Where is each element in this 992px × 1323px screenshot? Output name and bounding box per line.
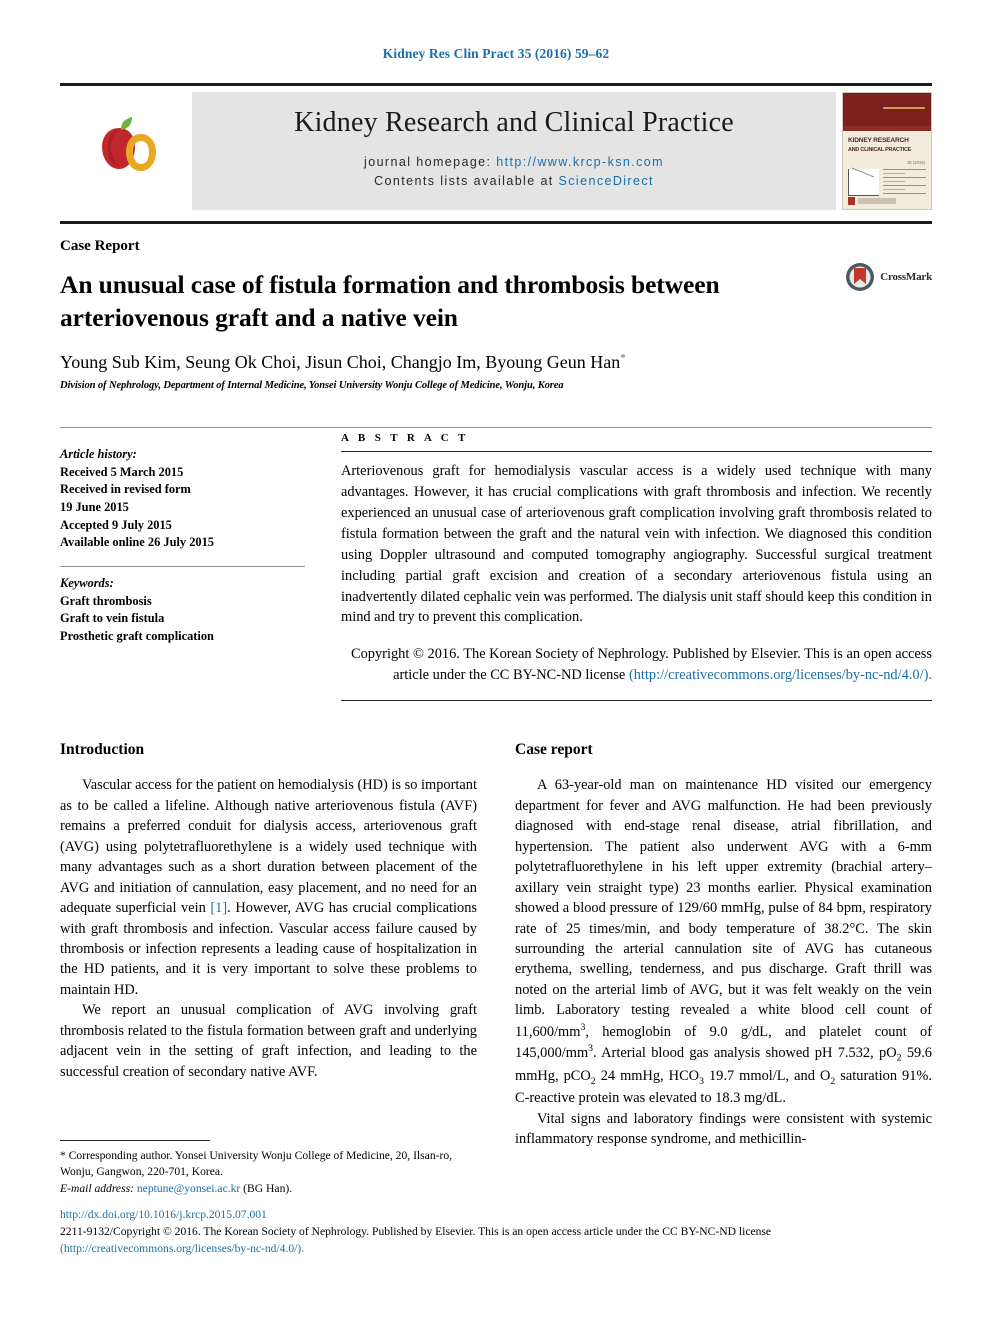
journal-homepage-line: journal homepage: http://www.krcp-ksn.co… (364, 153, 664, 172)
footnote-rule (60, 1140, 210, 1141)
cover-chart-thumb (848, 168, 879, 196)
case-paragraph-2: Vital signs and laboratory findings were… (515, 1110, 932, 1148)
crossmark-badge[interactable]: CrossMark (845, 262, 932, 292)
article-page: Kidney Res Clin Pract 35 (2016) 59–62 Ki… (0, 0, 992, 1323)
article-history-heading: Article history: (60, 447, 137, 462)
crossmark-icon (846, 263, 875, 291)
citation-ref-1[interactable]: [1] (210, 900, 227, 916)
case-p1-part-a: A 63-year-old man on maintenance HD visi… (515, 777, 932, 1040)
history-item: Received 5 March 2015 (60, 464, 184, 479)
author-affiliation: Division of Nephrology, Department of In… (60, 380, 564, 392)
abstract-rule (341, 451, 932, 453)
keywords-heading: Keywords: (60, 575, 114, 590)
cover-title-line2: AND CLINICAL PRACTICE (848, 146, 912, 153)
cover-issue: 35 (2016) (907, 159, 925, 165)
abstract-column: A B S T R A C T Arteriovenous graft for … (341, 428, 932, 702)
issn-copyright-line: 2211-9132/Copyright © 2016. The Korean S… (60, 1224, 772, 1238)
cover-image: KIDNEY RESEARCH AND CLINICAL PRACTICE 35… (842, 92, 932, 210)
abstract-band: Article history: Received 5 March 2015 R… (60, 427, 932, 702)
author-names: Young Sub Kim, Seung Ok Choi, Jisun Choi… (60, 352, 621, 373)
column-left: Introduction Vascular access for the pat… (60, 741, 477, 1149)
abstract-copyright: Copyright © 2016. The Korean Society of … (341, 644, 932, 686)
history-item: Accepted 9 July 2015 (60, 517, 172, 532)
license-link[interactable]: (http://creativecommons.org/licenses/by-… (629, 667, 932, 683)
sciencedirect-link[interactable]: ScienceDirect (559, 174, 654, 188)
article-title: An unusual case of fistula formation and… (60, 270, 720, 332)
journal-masthead: Kidney Research and Clinical Practice jo… (60, 83, 932, 210)
column-right: Case report A 63-year-old man on mainten… (515, 741, 932, 1149)
journal-title: Kidney Research and Clinical Practice (294, 107, 734, 139)
kidney-logo-icon (102, 117, 156, 171)
page-footer: http://dx.doi.org/10.1016/j.krcp.2015.07… (60, 1207, 932, 1257)
corresponding-author-marker: * (620, 352, 626, 365)
history-item: 19 June 2015 (60, 500, 129, 515)
intro-p1-part-a: Vascular access for the patient on hemod… (60, 777, 477, 917)
section-heading-case-report: Case report (515, 741, 593, 759)
doi-link[interactable]: http://dx.doi.org/10.1016/j.krcp.2015.07… (60, 1207, 932, 1224)
masthead-center: Kidney Research and Clinical Practice jo… (192, 92, 836, 210)
email-suffix: (BG Han). (240, 1181, 293, 1195)
history-item: Received in revised form (60, 482, 191, 497)
author-list: Young Sub Kim, Seung Ok Choi, Jisun Choi… (60, 352, 932, 373)
keyword-item: Graft to vein fistula (60, 611, 165, 626)
crossmark-label: CrossMark (880, 271, 932, 283)
footer-license-link[interactable]: (http://creativecommons.org/licenses/by-… (60, 1241, 932, 1258)
article-type-kicker: Case Report (60, 238, 140, 254)
cover-title: KIDNEY RESEARCH AND CLINICAL PRACTICE (843, 131, 931, 155)
cover-body (843, 165, 931, 197)
cover-top-band (843, 93, 931, 126)
cover-toc-lines (883, 168, 926, 197)
journal-logo (60, 92, 192, 210)
article-meta-column: Article history: Received 5 March 2015 R… (60, 428, 305, 701)
body-columns: Introduction Vascular access for the pat… (60, 741, 932, 1149)
case-p1-part-f: 19.7 mmol/L, and O (703, 1067, 831, 1084)
intro-paragraph-2: We report an unusual complication of AVG… (60, 1002, 477, 1080)
meta-divider (60, 565, 305, 567)
corresponding-author-footnote: * Corresponding author. Yonsei Universit… (60, 1140, 477, 1197)
history-item: Available online 26 July 2015 (60, 535, 214, 550)
email-link[interactable]: neptune@yonsei.ac.kr (137, 1182, 240, 1195)
email-label: E-mail address: (60, 1181, 134, 1195)
article-head-rule (60, 221, 932, 224)
keyword-item: Prosthetic graft complication (60, 628, 214, 643)
article-history-block: Article history: Received 5 March 2015 R… (60, 446, 305, 552)
cover-publisher-mark (848, 197, 896, 205)
homepage-label: journal homepage: (364, 155, 492, 170)
intro-paragraph-1: Vascular access for the patient on hemod… (60, 775, 477, 1000)
keyword-item: Graft thrombosis (60, 593, 152, 608)
cover-title-line1: KIDNEY RESEARCH (848, 137, 909, 144)
section-heading-introduction: Introduction (60, 741, 145, 759)
keywords-block: Keywords: Graft thrombosis Graft to vein… (60, 575, 305, 645)
footnote-text: * Corresponding author. Yonsei Universit… (60, 1148, 477, 1197)
footnote-corresponding: Corresponding author. Yonsei University … (60, 1149, 453, 1179)
contents-label: Contents lists available at (374, 174, 554, 188)
abstract-text: Arteriovenous graft for hemodialysis vas… (341, 463, 932, 626)
case-p1-part-c: . Arterial blood gas analysis showed pH … (593, 1044, 897, 1061)
journal-cover-thumb: KIDNEY RESEARCH AND CLINICAL PRACTICE 35… (836, 92, 932, 210)
abstract-heading: A B S T R A C T (341, 432, 469, 445)
case-p1-part-e: 24 mmHg, HCO (595, 1067, 700, 1084)
abstract-bottom-rule (341, 700, 932, 702)
running-head: Kidney Res Clin Pract 35 (2016) 59–62 (382, 46, 610, 61)
case-paragraph-1: A 63-year-old man on maintenance HD visi… (515, 775, 932, 1109)
homepage-url-link[interactable]: http://www.krcp-ksn.com (496, 155, 664, 169)
contents-line: Contents lists available at ScienceDirec… (374, 172, 654, 191)
